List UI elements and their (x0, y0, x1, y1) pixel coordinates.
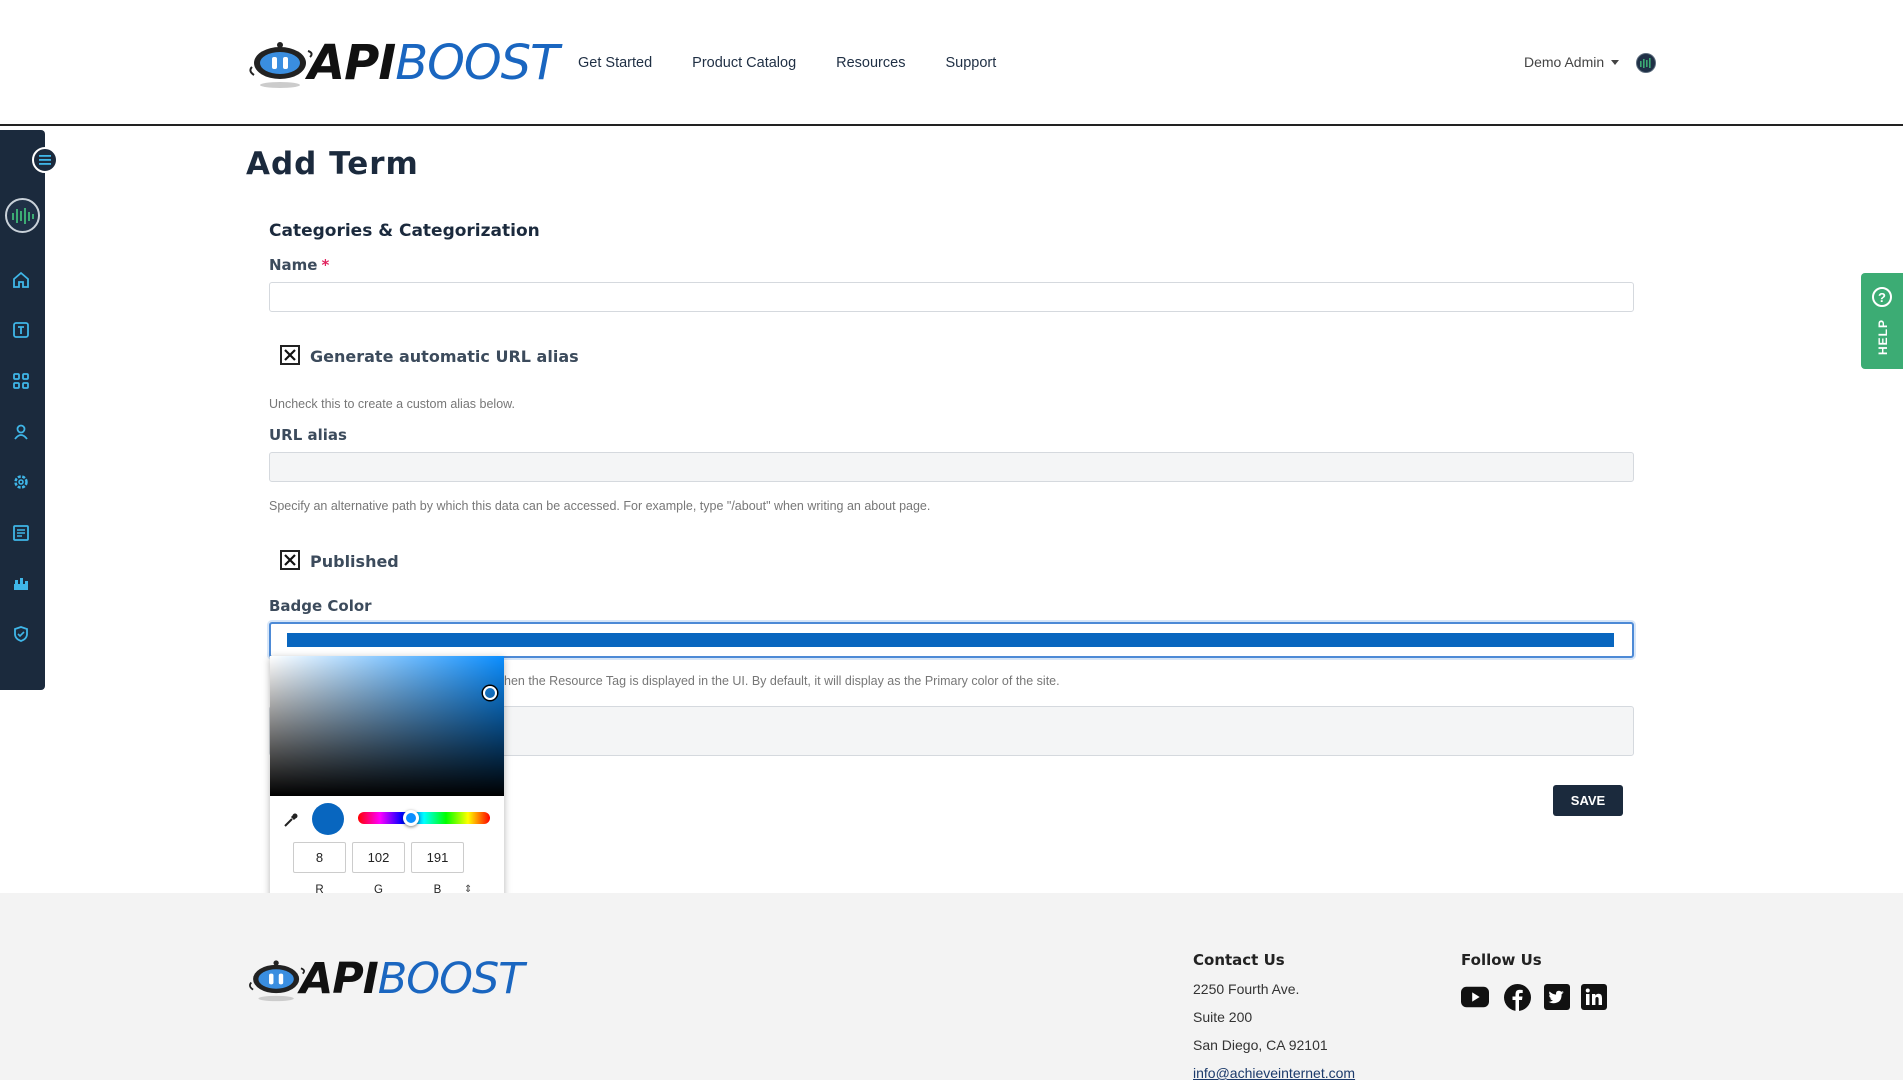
user-name: Demo Admin (1524, 54, 1605, 70)
help-tab[interactable]: ? HELP (1861, 273, 1903, 369)
address-line-1: 2250 Fourth Ave. (1193, 981, 1300, 997)
section-title: Categories & Categorization (269, 221, 540, 241)
site-logo[interactable]: APIBOOST (246, 33, 561, 93)
published-checkbox[interactable] (280, 550, 300, 570)
logo-boost-text: BOOST (395, 35, 559, 91)
name-label-text: Name (269, 256, 318, 274)
address-line-3: San Diego, CA 92101 (1193, 1037, 1328, 1053)
facebook-icon[interactable] (1503, 983, 1531, 1011)
follow-heading: Follow Us (1461, 951, 1542, 969)
grid-icon[interactable] (11, 371, 31, 391)
twitter-icon[interactable] (1543, 983, 1571, 1011)
badge-color-label: Badge Color (269, 597, 372, 615)
saturation-area[interactable] (270, 656, 504, 796)
badge-color-input[interactable] (269, 622, 1634, 658)
contact-heading: Contact Us (1193, 951, 1285, 969)
contact-email: info@achieveinternet.com (1193, 1065, 1355, 1080)
published-label[interactable]: Published (310, 552, 399, 571)
question-icon: ? (1872, 287, 1892, 307)
youtube-icon[interactable] (1461, 983, 1489, 1011)
admin-sidebar (0, 130, 58, 690)
page: APIBOOST Get Started Product Catalog Res… (0, 0, 1903, 1080)
address-line-2: Suite 200 (1193, 1009, 1253, 1025)
required-marker: * (321, 256, 330, 274)
site-footer: APIBOOST (0, 893, 1903, 1080)
nav-support[interactable]: Support (945, 55, 996, 71)
saturation-handle[interactable] (483, 686, 497, 700)
logo-api-text: API (308, 35, 396, 91)
nav-product-catalog[interactable]: Product Catalog (692, 55, 796, 71)
nav-get-started[interactable]: Get Started (578, 55, 652, 71)
page-title: Add Term (246, 146, 419, 182)
name-field[interactable] (269, 282, 1634, 312)
linkedin-icon[interactable] (1580, 983, 1608, 1011)
user-menu[interactable]: Demo Admin (1524, 54, 1620, 70)
red-input[interactable]: 8 (293, 842, 346, 873)
nav-resources[interactable]: Resources (836, 55, 905, 71)
auto-alias-label[interactable]: Generate automatic URL alias (310, 347, 579, 366)
content-icon[interactable] (11, 523, 31, 543)
hue-handle[interactable] (403, 810, 419, 826)
save-button[interactable]: SAVE (1553, 785, 1623, 816)
footer-logo-api-text: API (300, 953, 379, 1004)
green-input[interactable]: 102 (352, 842, 405, 873)
url-alias-field[interactable] (269, 452, 1634, 482)
name-label: Name * (269, 256, 329, 274)
color-preview (312, 803, 344, 835)
avatar[interactable] (1636, 53, 1656, 73)
help-tab-label: HELP (1876, 318, 1890, 355)
footer-logo[interactable]: APIBOOST (246, 953, 536, 1005)
home-icon[interactable] (11, 270, 31, 290)
text-icon[interactable] (11, 320, 31, 340)
settings-icon[interactable] (11, 472, 31, 492)
badge-color-help: hen the Resource Tag is displayed in the… (504, 674, 1060, 688)
hue-slider[interactable] (358, 812, 490, 824)
main-nav: Get Started Product Catalog Resources Su… (578, 55, 996, 71)
chevron-down-icon (1611, 59, 1620, 65)
sidebar-logo-icon[interactable] (5, 198, 40, 233)
user-icon[interactable] (11, 422, 31, 442)
email-link[interactable]: info@achieveinternet.com (1193, 1065, 1355, 1080)
robot-mascot-icon (246, 35, 316, 91)
menu-icon[interactable] (32, 147, 58, 173)
eyedropper-icon[interactable] (282, 811, 300, 829)
url-alias-label: URL alias (269, 426, 347, 444)
badge-color-swatch (287, 633, 1614, 647)
structure-icon[interactable] (11, 574, 31, 594)
auto-alias-help: Uncheck this to create a custom alias be… (269, 397, 515, 411)
auto-alias-checkbox[interactable] (280, 345, 300, 365)
robot-mascot-icon (246, 954, 308, 1004)
color-picker-popup: 8 102 191 R G B ⇕ (270, 656, 504, 908)
site-header: APIBOOST Get Started Product Catalog Res… (0, 0, 1903, 126)
blue-input[interactable]: 191 (411, 842, 464, 873)
url-alias-help: Specify an alternative path by which thi… (269, 499, 931, 513)
shield-icon[interactable] (11, 624, 31, 644)
footer-logo-boost-text: BOOST (377, 953, 525, 1004)
